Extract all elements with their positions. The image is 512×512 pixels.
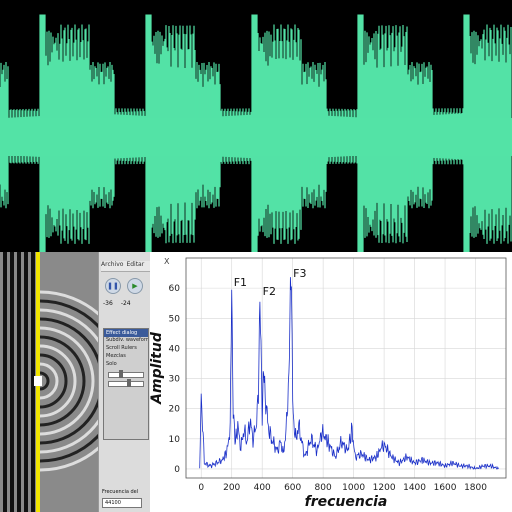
wavefront-stripe bbox=[24, 252, 28, 512]
wave-interference-image bbox=[0, 252, 98, 512]
play-button[interactable]: ▶ bbox=[127, 278, 143, 294]
y-tick-label: 20 bbox=[169, 405, 181, 415]
meter-label: -24 bbox=[120, 300, 131, 307]
formant-label: F2 bbox=[263, 285, 276, 298]
transport-controls: ❚❚ ▶ bbox=[105, 278, 143, 294]
waveform-core bbox=[0, 118, 512, 156]
sample-rate-label: Frecuencia del bbox=[102, 489, 139, 495]
formant-label: F3 bbox=[293, 267, 306, 280]
x-tick-label: 800 bbox=[315, 483, 332, 493]
y-tick-label: 50 bbox=[169, 314, 181, 324]
effect-panel-title: Effect dialog bbox=[104, 329, 148, 337]
y-tick-label: 30 bbox=[169, 375, 181, 385]
wavefront-stripe bbox=[17, 252, 21, 512]
effect-option[interactable]: Scroll Rulers bbox=[104, 345, 148, 353]
effect-option[interactable]: Subdiv. waveform bbox=[104, 337, 148, 345]
x-tick-label: 600 bbox=[284, 483, 301, 493]
menu-item-archivo[interactable]: Archivo bbox=[101, 261, 123, 271]
wavefront-stripe bbox=[10, 252, 14, 512]
x-tick-label: 200 bbox=[223, 483, 240, 493]
audio-editor-panel: Archivo Editar ❚❚ ▶ -36 -24 Effect dialo… bbox=[98, 252, 151, 512]
y-axis-label: Amplitud bbox=[150, 331, 165, 405]
x-tick-label: 1400 bbox=[403, 483, 426, 493]
slit-opening bbox=[34, 376, 42, 386]
audio-waveform-track[interactable] bbox=[0, 0, 512, 252]
y-tick-label: 60 bbox=[169, 284, 181, 294]
gain-slider[interactable] bbox=[108, 370, 144, 378]
play-icon: ▶ bbox=[132, 282, 138, 290]
axis-corner-label: X bbox=[164, 257, 170, 266]
menu-bar: Archivo Editar bbox=[101, 261, 151, 272]
pause-button[interactable]: ❚❚ bbox=[105, 278, 121, 294]
pause-icon: ❚❚ bbox=[107, 282, 119, 290]
x-tick-label: 0 bbox=[198, 483, 204, 493]
x-tick-label: 1800 bbox=[464, 483, 487, 493]
formant-label: F1 bbox=[234, 276, 247, 289]
y-tick-label: 10 bbox=[169, 435, 181, 445]
level-meter: -36 -24 bbox=[103, 300, 131, 307]
effect-option[interactable]: Solo bbox=[104, 361, 148, 369]
slider-handle[interactable] bbox=[119, 370, 123, 378]
pan-slider[interactable] bbox=[108, 379, 144, 387]
menu-item-editar[interactable]: Editar bbox=[126, 261, 144, 271]
slider-handle[interactable] bbox=[127, 379, 131, 387]
x-tick-label: 1600 bbox=[434, 483, 457, 493]
x-tick-label: 1000 bbox=[342, 483, 365, 493]
effect-option[interactable]: Mezclas bbox=[104, 353, 148, 361]
x-tick-label: 400 bbox=[254, 483, 271, 493]
wavefront-stripe bbox=[3, 252, 7, 512]
y-tick-label: 40 bbox=[169, 344, 181, 354]
x-tick-label: 1200 bbox=[373, 483, 396, 493]
meter-label: -36 bbox=[103, 300, 113, 307]
effect-panel: Effect dialog Subdiv. waveform Scroll Ru… bbox=[103, 328, 149, 440]
chart-background bbox=[150, 252, 512, 512]
x-axis-label: frecuencia bbox=[305, 494, 388, 510]
y-tick-label: 0 bbox=[174, 465, 180, 475]
frequency-spectrum-chart: 0 200 400 600 800 1000 1200 1400 1600 1800 0 10 20 30… bbox=[150, 252, 512, 512]
sample-rate-select[interactable]: 44100 bbox=[102, 498, 142, 508]
